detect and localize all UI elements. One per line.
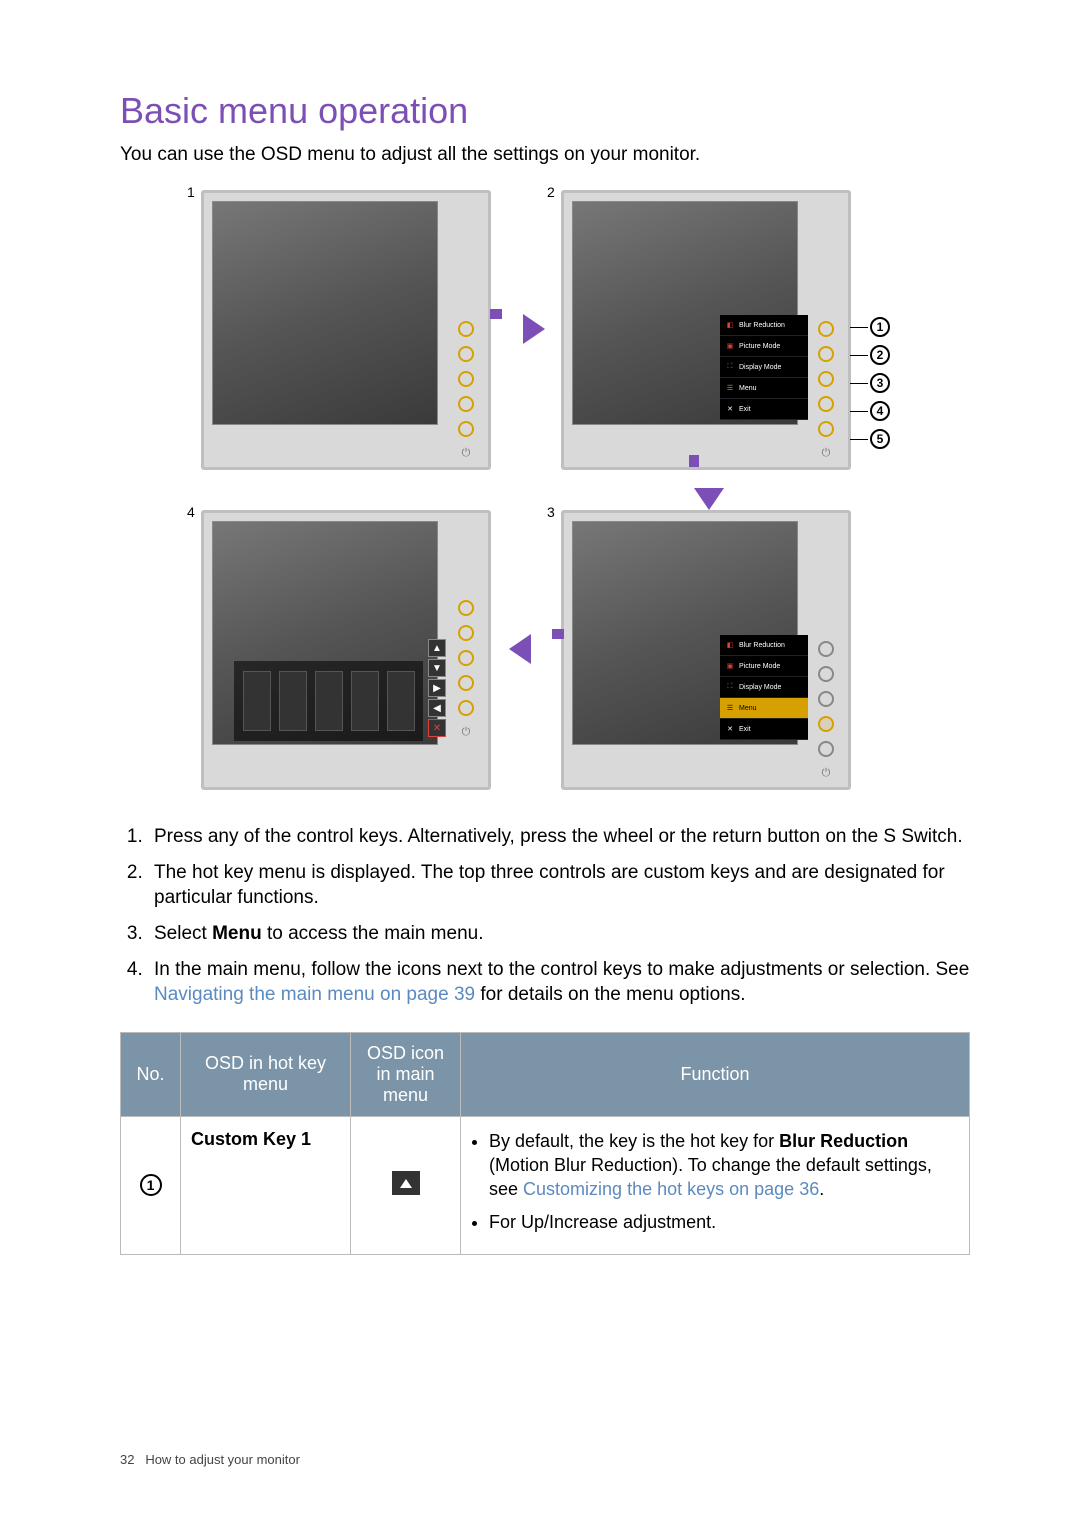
power-icon: ⏻	[459, 725, 473, 739]
control-button-icon	[818, 421, 834, 437]
control-button-icon	[818, 741, 834, 757]
step-3: Select Menu to access the main menu.	[148, 921, 970, 947]
hotkey-item-label: Blur Reduction	[739, 322, 785, 329]
picture-mode-icon: ▣	[725, 341, 735, 351]
arrow-down-icon	[694, 488, 724, 510]
step-label-2: 2	[547, 184, 555, 200]
control-button-icon	[458, 600, 474, 616]
control-button-icon	[458, 675, 474, 691]
left-arrow-icon: ◀	[428, 699, 446, 717]
down-arrow-icon: ▼	[428, 659, 446, 677]
callout-labels: 1 2 3 4 5	[850, 317, 890, 449]
main-menu-overlay	[234, 661, 423, 741]
row-number-badge: 1	[140, 1174, 162, 1196]
display-mode-icon: ⛶	[725, 682, 735, 692]
link-customizing-hot-keys[interactable]: Customizing the hot keys on page 36	[523, 1179, 819, 1199]
power-icon: ⏻	[819, 446, 833, 460]
hotkey-item-label: Exit	[739, 726, 751, 733]
control-button-icon	[818, 641, 834, 657]
link-navigating-main-menu[interactable]: Navigating the main menu on page 39	[154, 984, 475, 1005]
control-button-icon	[458, 346, 474, 362]
close-icon: ✕	[428, 719, 446, 737]
control-button-icon	[458, 625, 474, 641]
table-row: 1 Custom Key 1 By default, the key is th…	[121, 1116, 970, 1254]
control-button-icon	[818, 396, 834, 412]
hotkey-menu: ◧ Blur Reduction ▣ Picture Mode ⛶ Display M…	[720, 635, 808, 740]
osd-up-icon	[392, 1171, 420, 1195]
monitor-step-2: ◧ Blur Reduction ▣ Picture Mode ⛶ Display M…	[561, 190, 851, 470]
control-button-icon	[818, 321, 834, 337]
th-mainmenu: OSD icon in main menu	[351, 1032, 461, 1116]
blur-reduction-icon: ◧	[725, 640, 735, 650]
function-cell: By default, the key is the hot key for B…	[461, 1116, 970, 1254]
intro-text: You can use the OSD menu to adjust all t…	[120, 144, 970, 166]
figure-diagram: 1 2 3 4 ⏻ ◧ Blur Reduction ▣ Picture Mode …	[175, 184, 915, 804]
monitor-step-3: ◧ Blur Reduction ▣ Picture Mode ⛶ Display M…	[561, 510, 851, 790]
control-button-icon	[818, 346, 834, 362]
hotkey-item-label: Display Mode	[739, 364, 781, 371]
exit-icon: ✕	[725, 404, 735, 414]
hotkey-item-label: Picture Mode	[739, 343, 780, 350]
step-4: In the main menu, follow the icons next …	[148, 957, 970, 1008]
hotkey-item-label: Blur Reduction	[739, 642, 785, 649]
monitor-step-1: ⏻	[201, 190, 491, 470]
menu-icon: ☰	[725, 383, 735, 393]
exit-icon: ✕	[725, 724, 735, 734]
monitor-step-4: ▲ ▼ ▶ ◀ ✕ ⏻	[201, 510, 491, 790]
up-arrow-icon: ▲	[428, 639, 446, 657]
step-1: Press any of the control keys. Alternati…	[148, 824, 970, 850]
control-button-icon	[458, 321, 474, 337]
step-label-1: 1	[187, 184, 195, 200]
hotkey-name: Custom Key 1	[191, 1129, 311, 1149]
right-arrow-icon: ▶	[428, 679, 446, 697]
th-function: Function	[461, 1032, 970, 1116]
page-title: Basic menu operation	[120, 90, 970, 132]
blur-reduction-icon: ◧	[725, 320, 735, 330]
hotkey-item-label: Picture Mode	[739, 663, 780, 670]
step-2: The hot key menu is displayed. The top t…	[148, 860, 970, 911]
control-button-icon	[818, 691, 834, 707]
step-label-4: 4	[187, 504, 195, 520]
hotkey-item-label: Display Mode	[739, 684, 781, 691]
control-button-icon	[818, 371, 834, 387]
control-button-icon	[818, 716, 834, 732]
hotkey-item-label: Menu	[739, 385, 757, 392]
display-mode-icon: ⛶	[725, 362, 735, 372]
control-button-icon	[458, 396, 474, 412]
hotkey-menu: ◧ Blur Reduction ▣ Picture Mode ⛶ Display M…	[720, 315, 808, 420]
picture-mode-icon: ▣	[725, 661, 735, 671]
instruction-list: Press any of the control keys. Alternati…	[148, 824, 970, 1008]
control-button-icon	[458, 650, 474, 666]
control-button-icon	[818, 666, 834, 682]
control-button-icon	[458, 421, 474, 437]
control-button-icon	[458, 371, 474, 387]
th-hotkey: OSD in hot key menu	[181, 1032, 351, 1116]
power-icon: ⏻	[819, 766, 833, 780]
hotkey-item-label: Menu	[739, 705, 757, 712]
control-button-icon	[458, 700, 474, 716]
th-no: No.	[121, 1032, 181, 1116]
hotkey-item-label: Exit	[739, 406, 751, 413]
arrow-right-icon	[523, 314, 545, 344]
page-footer: 32 How to adjust your monitor	[120, 1452, 300, 1467]
power-icon: ⏻	[459, 446, 473, 460]
arrow-left-icon	[509, 634, 531, 664]
step-label-3: 3	[547, 504, 555, 520]
menu-icon: ☰	[725, 703, 735, 713]
reference-table: No. OSD in hot key menu OSD icon in main…	[120, 1032, 970, 1255]
